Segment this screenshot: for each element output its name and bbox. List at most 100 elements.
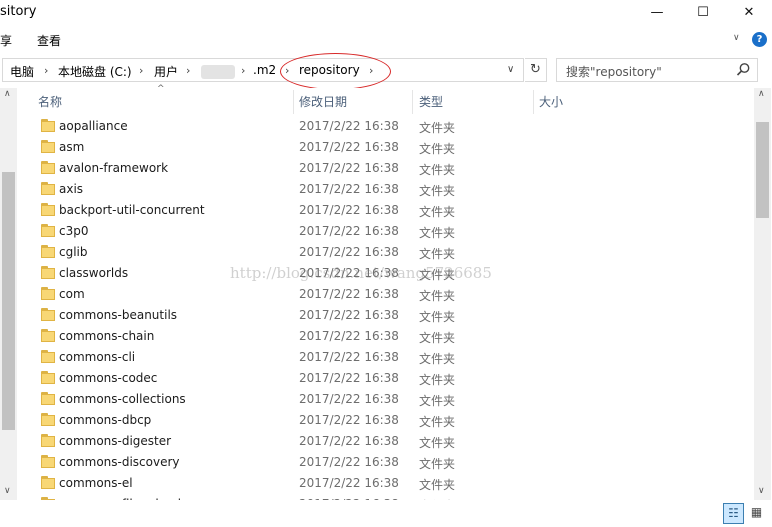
status-bar: ☷ ▦	[0, 500, 772, 527]
scrollbar-thumb[interactable]	[756, 122, 769, 218]
file-modified: 2017/2/22 16:38	[299, 413, 399, 427]
file-name: com	[59, 287, 85, 301]
scroll-up-icon[interactable]: ∧	[758, 89, 765, 99]
file-row[interactable]: c3p0 2017/2/22 16:38 文件夹	[17, 221, 754, 242]
file-modified: 2017/2/22 16:38	[299, 119, 399, 133]
breadcrumb-pc[interactable]: 电脑	[10, 63, 34, 80]
refresh-button[interactable]: ↻	[525, 58, 547, 82]
close-button[interactable]: ✕	[726, 0, 772, 24]
details-view-button[interactable]: ☷	[723, 503, 744, 524]
folder-icon	[41, 182, 55, 195]
file-type: 文件夹	[419, 394, 456, 408]
folder-icon	[41, 455, 55, 468]
file-modified: 2017/2/22 16:38	[299, 161, 399, 175]
file-modified: 2017/2/22 16:38	[299, 476, 399, 490]
file-type: 文件夹	[419, 331, 456, 345]
column-divider[interactable]	[412, 90, 413, 114]
chevron-right-icon[interactable]: ›	[369, 64, 373, 77]
column-header-modified[interactable]: 修改日期	[299, 88, 347, 116]
column-divider[interactable]	[533, 90, 534, 114]
folder-icon	[41, 371, 55, 384]
file-type: 文件夹	[419, 205, 456, 219]
column-header-size[interactable]: 大小	[539, 88, 563, 116]
minimize-button[interactable]: —	[634, 0, 680, 24]
file-row[interactable]: classworlds 2017/2/22 16:38 文件夹	[17, 263, 754, 284]
right-scrollbar[interactable]: ∧ ∨	[754, 88, 771, 500]
file-name: commons-digester	[59, 434, 172, 448]
file-type: 文件夹	[419, 478, 456, 492]
folder-icon	[41, 476, 55, 489]
file-row[interactable]: asm 2017/2/22 16:38 文件夹	[17, 137, 754, 158]
breadcrumb-m2[interactable]: .m2	[253, 63, 276, 77]
tab-view[interactable]: 查看	[37, 32, 61, 49]
chevron-right-icon[interactable]: ›	[241, 64, 245, 77]
scroll-down-icon[interactable]: ∨	[4, 486, 11, 496]
folder-icon	[41, 308, 55, 321]
details-view-icon: ☷	[728, 506, 739, 520]
folder-icon	[41, 350, 55, 363]
file-row[interactable]: axis 2017/2/22 16:38 文件夹	[17, 179, 754, 200]
folder-icon	[41, 140, 55, 153]
file-modified: 2017/2/22 16:38	[299, 224, 399, 238]
file-row[interactable]: commons-codec 2017/2/22 16:38 文件夹	[17, 368, 754, 389]
file-modified: 2017/2/22 16:38	[299, 434, 399, 448]
file-name: commons-codec	[59, 371, 158, 385]
close-icon: ✕	[743, 4, 755, 20]
file-row[interactable]: commons-digester 2017/2/22 16:38 文件夹	[17, 431, 754, 452]
scrollbar-thumb[interactable]	[2, 172, 15, 430]
chevron-right-icon[interactable]: ›	[139, 64, 143, 77]
file-row[interactable]: avalon-framework 2017/2/22 16:38 文件夹	[17, 158, 754, 179]
search-placeholder: 搜索"repository"	[566, 65, 662, 79]
scroll-up-icon[interactable]: ∧	[4, 89, 11, 99]
ribbon-expand-icon[interactable]: ∨	[733, 33, 740, 43]
redacted-username	[201, 65, 235, 79]
breadcrumb-users[interactable]: 用户	[154, 63, 178, 80]
breadcrumb-repository[interactable]: repository	[299, 63, 360, 77]
folder-icon	[41, 161, 55, 174]
file-modified: 2017/2/22 16:38	[299, 350, 399, 364]
large-icons-view-button[interactable]: ▦	[746, 503, 767, 524]
file-row[interactable]: commons-collections 2017/2/22 16:38 文件夹	[17, 389, 754, 410]
breadcrumb-local-disk[interactable]: 本地磁盘 (C:)	[58, 63, 132, 80]
file-name: commons-el	[59, 476, 133, 490]
file-name: commons-dbcp	[59, 413, 152, 427]
file-row[interactable]: commons-dbcp 2017/2/22 16:38 文件夹	[17, 410, 754, 431]
column-header-type[interactable]: 类型	[419, 88, 443, 116]
chevron-down-icon[interactable]: ∨	[507, 64, 514, 75]
chevron-right-icon[interactable]: ›	[186, 64, 190, 77]
file-type: 文件夹	[419, 289, 456, 303]
file-row[interactable]: commons-el 2017/2/22 16:38 文件夹	[17, 473, 754, 494]
help-icon[interactable]: ?	[752, 32, 767, 47]
tab-share[interactable]: 享	[0, 32, 12, 49]
folder-icon	[41, 329, 55, 342]
left-scrollbar[interactable]: ∧ ∨	[0, 88, 17, 500]
search-icon[interactable]	[736, 62, 751, 77]
file-row[interactable]: backport-util-concurrent 2017/2/22 16:38 文…	[17, 200, 754, 221]
file-row[interactable]: commons-cli 2017/2/22 16:38 文件夹	[17, 347, 754, 368]
column-divider[interactable]	[293, 90, 294, 114]
file-row[interactable]: cglib 2017/2/22 16:38 文件夹	[17, 242, 754, 263]
file-modified: 2017/2/22 16:38	[299, 266, 399, 280]
file-type: 文件夹	[419, 352, 456, 366]
file-row[interactable]: commons-beanutils 2017/2/22 16:38 文件夹	[17, 305, 754, 326]
file-row[interactable]: aopalliance 2017/2/22 16:38 文件夹	[17, 116, 754, 137]
address-bar[interactable]: 电脑 › 本地磁盘 (C:) › 用户 › › .m2 › repository…	[2, 58, 524, 82]
sort-ascending-icon: ^	[157, 84, 165, 94]
file-type: 文件夹	[419, 310, 456, 324]
file-type: 文件夹	[419, 415, 456, 429]
file-row[interactable]: com 2017/2/22 16:38 文件夹	[17, 284, 754, 305]
folder-icon	[41, 287, 55, 300]
file-name: aopalliance	[59, 119, 128, 133]
file-row[interactable]: commons-discovery 2017/2/22 16:38 文件夹	[17, 452, 754, 473]
file-name: avalon-framework	[59, 161, 169, 175]
file-name: commons-cli	[59, 350, 136, 364]
chevron-right-icon[interactable]: ›	[44, 64, 48, 77]
scroll-down-icon[interactable]: ∨	[758, 486, 765, 496]
search-input[interactable]: 搜索"repository"	[556, 58, 758, 82]
file-row[interactable]: commons-chain 2017/2/22 16:38 文件夹	[17, 326, 754, 347]
folder-icon	[41, 266, 55, 279]
chevron-right-icon[interactable]: ›	[285, 64, 289, 77]
column-header-name[interactable]: 名称	[38, 88, 62, 116]
file-type: 文件夹	[419, 436, 456, 450]
maximize-button[interactable]: ☐	[680, 0, 726, 24]
